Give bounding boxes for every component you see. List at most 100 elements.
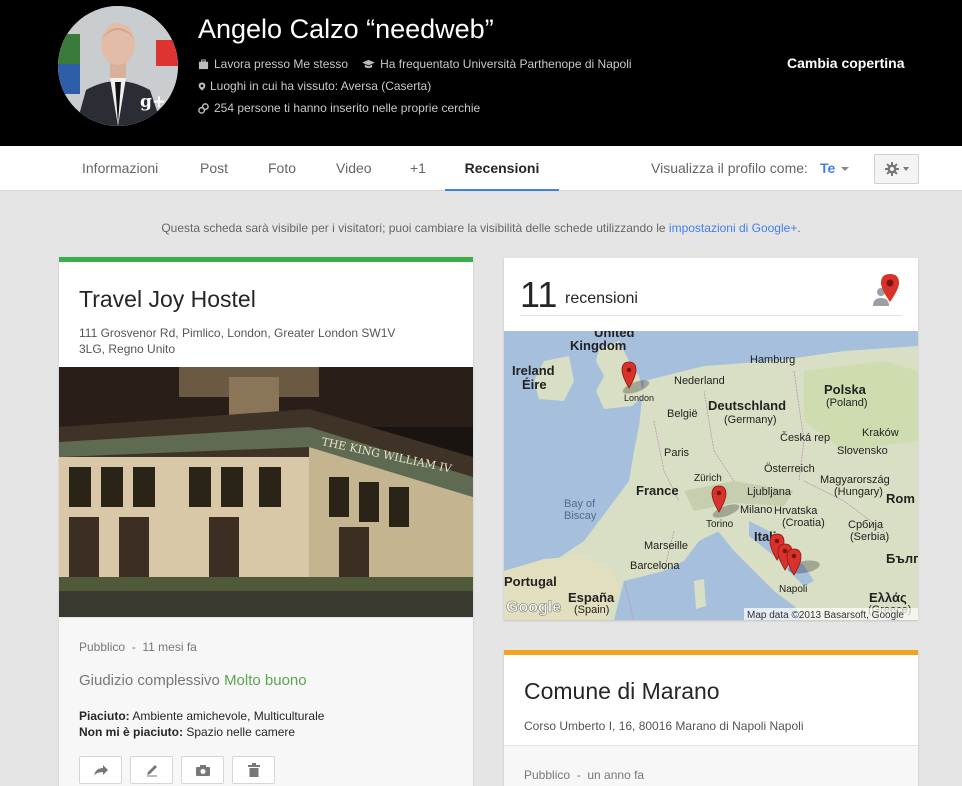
map-label: Kraków — [862, 427, 899, 439]
map-label: Polska — [824, 382, 867, 397]
map-label: Česká rep — [780, 431, 830, 444]
places-text: Luoghi in cui ha vissuto: Aversa (Casert… — [210, 79, 432, 93]
pencil-icon — [146, 765, 157, 777]
europe-map: United Kingdom Ireland Éire Hamburg Nede… — [504, 331, 918, 620]
overall-rating: Giudizio complessivo Molto buono — [79, 672, 307, 689]
tab-foto[interactable]: Foto — [268, 146, 296, 191]
map-label: (Hungary) — [834, 486, 883, 498]
review-count: 11 — [520, 274, 558, 315]
tab-post[interactable]: Post — [200, 146, 228, 191]
map-label: Slovensko — [837, 445, 888, 457]
meta-row-1: Lavora presso Me stesso Ha frequentato U… — [198, 57, 632, 71]
visibility-label[interactable]: Pubblico — [524, 768, 570, 782]
profile-tabs-bar: Informazioni Post Foto Video +1 Recensio… — [0, 146, 962, 191]
map-label: Ljubljana — [747, 486, 792, 498]
review-footer: Pubblico - 11 mesi fa Giudizio complessi… — [59, 617, 473, 786]
map-label: Hrvatska — [774, 505, 818, 517]
map-label: Magyarország — [820, 474, 890, 486]
place-address: Corso Umberto I, 16, 80016 Marano di Nap… — [524, 719, 804, 733]
divider — [520, 315, 902, 316]
map-label: Nederland — [674, 375, 725, 387]
hostel-photo-image: THE KING WILLIAM IV — [59, 367, 473, 617]
map-label: Österreich — [764, 463, 815, 475]
disliked-label: Non mi è piaciuto: — [79, 725, 184, 739]
map-label: Biscay — [564, 510, 597, 522]
notice-end: . — [797, 221, 801, 235]
map-label: Éire — [522, 377, 547, 392]
map-label: Deutschland — [708, 398, 786, 413]
place-title[interactable]: Comune di Marano — [524, 678, 720, 705]
map-label: Bay of — [564, 498, 596, 510]
avatar[interactable]: g+ — [58, 6, 178, 126]
chevron-down-icon — [841, 167, 850, 172]
delete-button[interactable] — [232, 756, 275, 784]
map-label: France — [636, 483, 679, 498]
map-label: (Serbia) — [850, 531, 889, 543]
share-button[interactable] — [79, 756, 122, 784]
chevron-down-icon — [902, 167, 909, 171]
map-label: (Poland) — [826, 397, 868, 409]
tab-recensioni[interactable]: Recensioni — [445, 146, 559, 191]
map-label: España — [568, 590, 615, 605]
review-meta: Pubblico - 11 mesi fa — [79, 640, 197, 654]
profile-header: g+ Angelo Calzo “needweb” Lavora presso … — [0, 0, 962, 146]
map-label: Ελλάς — [869, 590, 907, 605]
place-address: 111 Grosvenor Rd, Pimlico, London, Great… — [79, 325, 395, 357]
review-time[interactable]: un anno fa — [587, 768, 644, 782]
view-as-value: Te — [820, 160, 836, 176]
visibility-label[interactable]: Pubblico — [79, 640, 125, 654]
edit-button[interactable] — [130, 756, 173, 784]
review-details: Piaciuto: Ambiente amichevole, Multicult… — [79, 708, 324, 740]
map-label: Србија — [848, 519, 884, 531]
review-time[interactable]: 11 mesi fa — [142, 640, 196, 654]
review-card: Comune di Marano Corso Umberto I, 16, 80… — [504, 650, 918, 786]
view-as-dropdown[interactable]: Te — [820, 146, 850, 190]
map-label: Rom — [886, 491, 915, 506]
circles-text: 254 persone ti hanno inserito nelle prop… — [214, 101, 481, 115]
meta-row-3: 254 persone ti hanno inserito nelle prop… — [198, 101, 480, 115]
review-count-label: recensioni — [565, 290, 638, 307]
google-plus-settings-link[interactable]: impostazioni di Google+ — [669, 221, 797, 235]
add-photo-button[interactable] — [181, 756, 224, 784]
local-reviews-icon — [873, 274, 899, 306]
briefcase-icon — [198, 58, 209, 69]
map-label: (Spain) — [574, 604, 609, 616]
link-icon — [198, 102, 209, 114]
map-label: België — [667, 408, 698, 420]
map-attribution: Map data ©2013 Basarsoft, Google — [747, 610, 904, 620]
map-label: (Croatia) — [782, 517, 825, 529]
notice-text: Questa scheda sarà visibile per i visita… — [161, 221, 666, 235]
disliked-value: Spazio nelle camere — [186, 725, 296, 739]
google-logo[interactable]: Google — [506, 599, 562, 617]
map-label: Zürich — [694, 473, 722, 484]
meta-row-2: Luoghi in cui ha vissuto: Aversa (Casert… — [198, 79, 431, 93]
camera-icon — [195, 764, 210, 776]
map-label: Marseille — [644, 540, 688, 552]
visibility-notice: Questa scheda sarà visibile per i visita… — [0, 221, 962, 235]
map-label: (Germany) — [724, 414, 777, 426]
tab-video[interactable]: Video — [336, 146, 372, 191]
rating-label: Giudizio complessivo — [79, 672, 220, 689]
map-label: Barcelona — [630, 560, 680, 572]
reviews-map[interactable]: United Kingdom Ireland Éire Hamburg Nede… — [504, 331, 918, 620]
share-arrow-icon — [93, 765, 108, 775]
tab-plus-one[interactable]: +1 — [410, 146, 426, 191]
place-title[interactable]: Travel Joy Hostel — [79, 286, 256, 313]
meta-separator: - — [131, 640, 136, 654]
liked-label: Piaciuto: — [79, 709, 130, 723]
place-photo[interactable]: THE KING WILLIAM IV — [59, 367, 473, 617]
tab-informazioni[interactable]: Informazioni — [82, 146, 158, 191]
reviews-summary-card: 11 recensioni United Kingdom Ireland Éir… — [504, 258, 918, 620]
settings-button[interactable] — [874, 154, 919, 184]
review-meta: Pubblico - un anno fa — [524, 768, 644, 782]
location-pin-icon — [198, 82, 206, 90]
graduation-cap-icon — [362, 59, 375, 68]
change-cover-button[interactable]: Cambia copertina — [787, 55, 904, 71]
address-line: 111 Grosvenor Rd, Pimlico, London, Great… — [79, 326, 396, 340]
school-item: Ha frequentato Università Parthenope di … — [362, 57, 632, 71]
view-profile-as-label: Visualizza il profilo come: — [651, 160, 808, 176]
meta-separator: - — [576, 768, 581, 782]
map-label: Бълг — [886, 551, 918, 566]
gear-icon — [884, 162, 899, 176]
review-footer: Pubblico - un anno fa — [504, 745, 918, 786]
